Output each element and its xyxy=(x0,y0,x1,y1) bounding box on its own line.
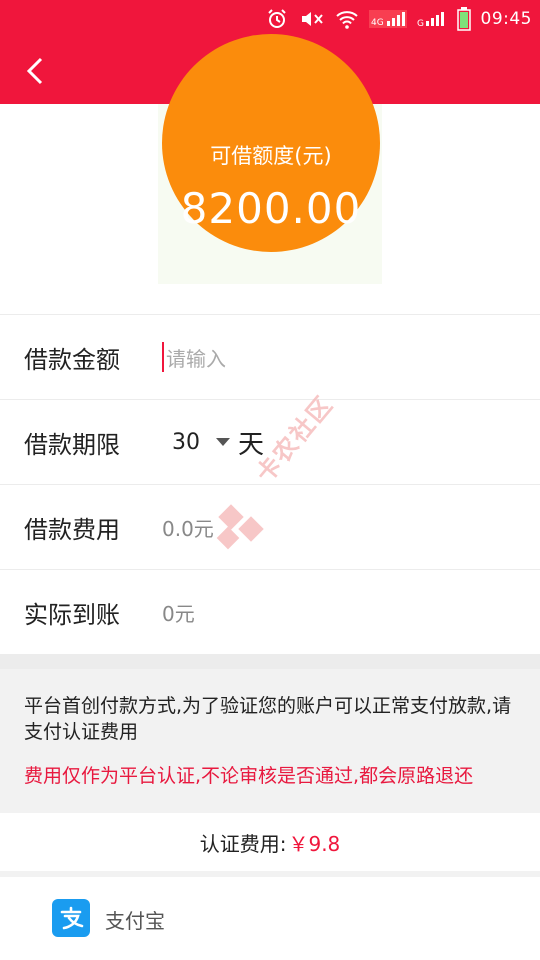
term-unit: 天 xyxy=(238,429,265,460)
certification-fee-amount: ￥9.8 xyxy=(288,831,341,856)
notice-text: 平台首创付款方式,为了验证您的账户可以正常支付放款,请支付认证费用 xyxy=(24,695,512,743)
dropdown-arrow-icon xyxy=(216,438,230,446)
amount-row: 借款金额 请输入 xyxy=(0,315,540,400)
status-time: 09:45 xyxy=(480,9,532,29)
mute-icon xyxy=(299,7,325,31)
quota-label: 可借额度(元) xyxy=(210,144,332,168)
term-row: 借款期限 30 天 xyxy=(0,400,540,485)
actual-label: 实际到账 xyxy=(24,600,120,629)
g-signal-icon: G xyxy=(417,7,447,31)
fee-label: 借款费用 xyxy=(24,515,120,544)
text-cursor xyxy=(162,342,164,372)
wifi-icon xyxy=(335,7,359,31)
amount-input[interactable]: 请输入 xyxy=(162,342,226,372)
battery-icon xyxy=(456,7,471,31)
notice-section: 平台首创付款方式,为了验证您的账户可以正常支付放款,请支付认证费用 费用仅作为平… xyxy=(0,655,540,813)
amount-label: 借款金额 xyxy=(24,345,120,374)
quota-value: 8200.00 xyxy=(180,184,362,233)
payment-option-label: 支付宝 xyxy=(105,909,165,933)
certification-fee: 认证费用: ￥9.8 xyxy=(0,813,540,872)
actual-row: 实际到账 0元 xyxy=(0,570,540,655)
term-label: 借款期限 xyxy=(24,430,120,459)
notice-warning: 费用仅作为平台认证,不论审核是否通过,都会原路退还 xyxy=(24,765,474,787)
quota-circle: 可借额度(元) 8200.00 xyxy=(162,34,380,252)
alipay-icon xyxy=(52,899,90,937)
amount-placeholder: 请输入 xyxy=(166,346,226,371)
svg-text:G: G xyxy=(417,19,424,29)
certification-fee-label: 认证费用: xyxy=(199,831,287,856)
svg-text:4G: 4G xyxy=(371,18,384,28)
fee-value: 0.0元 xyxy=(162,516,214,541)
section-divider xyxy=(0,655,540,669)
4g-signal-icon: 4G xyxy=(368,7,407,31)
payment-option-alipay[interactable]: 支付宝 xyxy=(0,877,540,960)
term-select[interactable]: 30 天 xyxy=(172,424,264,461)
alarm-clock-icon xyxy=(265,7,289,31)
fee-row: 借款费用 0.0元 xyxy=(0,485,540,570)
term-value: 30 xyxy=(172,429,200,455)
status-bar: 4G G 09:45 xyxy=(0,0,540,38)
actual-value: 0元 xyxy=(162,601,195,626)
quota-section: 可借额度(元) 8200.00 xyxy=(0,34,540,315)
